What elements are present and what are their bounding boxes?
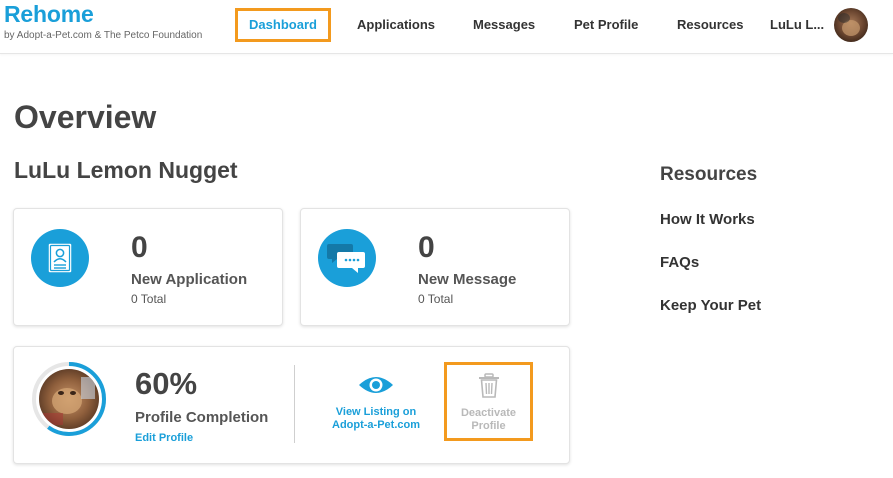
nav-user-name[interactable]: LuLu L... (770, 17, 824, 33)
chat-bubbles-icon (318, 229, 376, 287)
nav-pet-profile[interactable]: Pet Profile (574, 17, 638, 33)
profile-completion-label: Profile Completion (135, 409, 269, 426)
edit-profile-link[interactable]: Edit Profile (135, 432, 193, 445)
document-person-icon (31, 229, 89, 287)
pet-name-heading: LuLu Lemon Nugget (14, 157, 238, 183)
applications-label: New Application (131, 271, 248, 288)
trash-icon (478, 373, 499, 398)
applications-card[interactable]: 0 New Application 0 Total (13, 208, 283, 326)
brand-logo[interactable]: Rehome by Adopt-a-Pet.com & The Petco Fo… (4, 2, 202, 41)
pet-photo (39, 369, 99, 429)
brand-title: Rehome (4, 1, 94, 27)
top-nav-bar: Rehome by Adopt-a-Pet.com & The Petco Fo… (0, 0, 893, 54)
messages-card[interactable]: 0 New Message 0 Total (300, 208, 570, 326)
messages-count: 0 (418, 231, 435, 264)
eye-icon (359, 377, 393, 393)
vertical-divider (294, 365, 295, 443)
nav-applications[interactable]: Applications (357, 17, 435, 33)
profile-completion-card: 60% Profile Completion Edit Profile View… (13, 346, 570, 464)
nav-resources[interactable]: Resources (677, 17, 743, 33)
applications-count: 0 (131, 231, 148, 264)
avatar-photo (834, 8, 868, 42)
user-avatar[interactable] (834, 8, 868, 42)
profile-completion-percent: 60% (135, 366, 198, 401)
resources-heading: Resources (660, 164, 758, 185)
view-listing-button[interactable]: View Listing on Adopt-a-Pet.com (326, 373, 426, 432)
deactivate-line2: Profile (471, 420, 506, 432)
brand-subtitle: by Adopt-a-Pet.com & The Petco Foundatio… (4, 30, 203, 41)
messages-total: 0 Total (418, 292, 454, 306)
resource-link-how-it-works[interactable]: How It Works (660, 211, 755, 229)
resource-link-keep-your-pet[interactable]: Keep Your Pet (660, 297, 761, 315)
profile-completion-ring (31, 361, 107, 437)
resource-link-faqs[interactable]: FAQs (660, 254, 699, 272)
messages-label: New Message (418, 271, 517, 288)
applications-total: 0 Total (131, 292, 167, 306)
view-listing-line1: View Listing on (335, 406, 417, 418)
deactivate-profile-button[interactable]: Deactivate Profile (444, 362, 533, 441)
view-listing-line2: Adopt-a-Pet.com (332, 419, 420, 431)
deactivate-line1: Deactivate (460, 407, 517, 419)
nav-messages[interactable]: Messages (473, 17, 535, 33)
page-title: Overview (14, 99, 157, 135)
nav-dashboard[interactable]: Dashboard (235, 8, 331, 42)
